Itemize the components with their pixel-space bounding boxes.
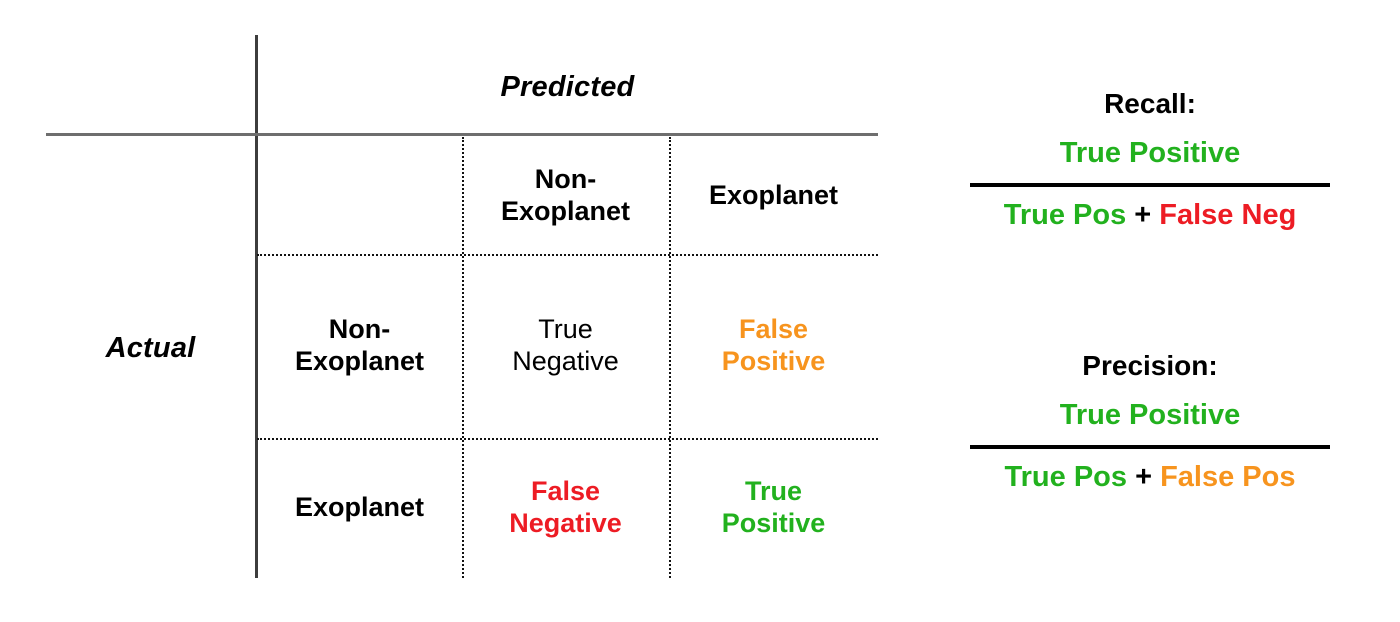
recall-title: Recall: (1104, 88, 1196, 119)
precision-denominator-left: True Pos (1004, 461, 1128, 493)
precision-fraction-bar (970, 445, 1330, 449)
predicted-axis-label: Predicted (500, 71, 635, 103)
precision-formula: Precision: True Positive True Pos + Fals… (920, 350, 1380, 494)
recall-denominator: True Pos + False Neg (920, 199, 1380, 232)
precision-denominator-right: False Pos (1160, 461, 1296, 493)
recall-numerator: True Positive (1059, 137, 1241, 169)
precision-numerator: True Positive (1059, 399, 1241, 431)
recall-fraction-bar (970, 183, 1330, 187)
row-header-exoplanet: Exoplanet (294, 492, 425, 523)
recall-denominator-operator: + (1126, 199, 1160, 231)
recall-denominator-right: False Neg (1159, 199, 1297, 231)
row-header-non-exoplanet: Non- Exoplanet (294, 314, 425, 376)
confusion-matrix: Predicted Actual Non- Exoplanet Exoplane… (0, 0, 900, 622)
actual-axis-label: Actual (105, 332, 196, 364)
cell-false-positive: False Positive (721, 314, 826, 376)
cell-true-positive: True Positive (721, 476, 826, 538)
cell-false-negative: False Negative (509, 476, 622, 538)
recall-formula: Recall: True Positive True Pos + False N… (920, 88, 1380, 232)
recall-denominator-left: True Pos (1003, 199, 1127, 231)
column-header-exoplanet: Exoplanet (708, 179, 839, 210)
matrix-horizontal-axis-line (46, 133, 878, 136)
precision-title: Precision: (1082, 350, 1218, 381)
metric-formulas: Recall: True Positive True Pos + False N… (900, 0, 1400, 622)
cell-true-negative: True Negative (512, 314, 619, 376)
column-header-non-exoplanet: Non- Exoplanet (500, 163, 631, 226)
precision-denominator: True Pos + False Pos (920, 461, 1380, 494)
precision-denominator-operator: + (1127, 461, 1161, 493)
